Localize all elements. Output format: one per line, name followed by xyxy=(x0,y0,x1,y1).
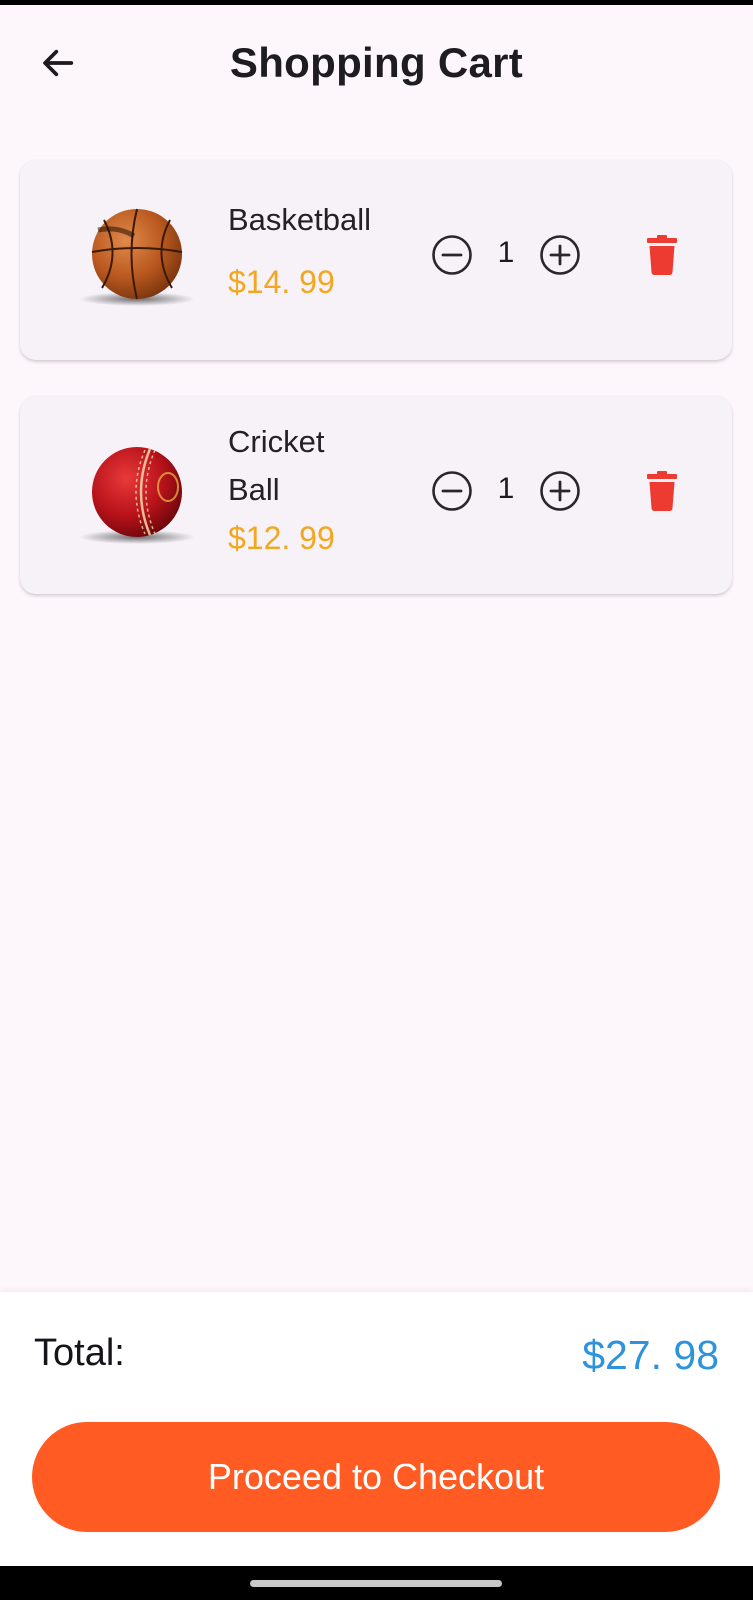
total-label: Total: xyxy=(34,1332,125,1374)
item-price: $14. 99 xyxy=(228,264,335,300)
cricket-ball-image xyxy=(79,447,195,544)
trash-icon xyxy=(647,471,677,511)
minus-circle-icon[interactable] xyxy=(430,233,474,277)
item-name-line: Ball xyxy=(228,472,280,507)
cart-item-cricket-ball: Cricket Ball $12. 99 1 xyxy=(20,396,732,594)
basketball-image xyxy=(79,208,195,306)
total-value: $27. 98 xyxy=(582,1332,719,1378)
quantity-value: 1 xyxy=(497,472,515,505)
system-navigation-bar xyxy=(0,1566,753,1600)
plus-circle-icon[interactable] xyxy=(538,469,582,513)
app-bar: Shopping Cart xyxy=(0,5,753,123)
plus-circle-icon[interactable] xyxy=(538,233,582,277)
minus-circle-icon[interactable] xyxy=(430,469,474,513)
checkout-button[interactable]: Proceed to Checkout xyxy=(32,1422,720,1532)
quantity-stepper: 1 xyxy=(430,466,612,516)
item-name-line: Basketball xyxy=(228,202,372,237)
delete-button[interactable] xyxy=(638,230,686,280)
item-price: $12. 99 xyxy=(228,520,335,556)
cart-item-basketball: Basketball $14. 99 1 xyxy=(20,160,732,360)
page-title: Shopping Cart xyxy=(229,39,524,86)
item-name-line: Cricket xyxy=(228,424,325,459)
home-indicator[interactable] xyxy=(250,1580,502,1587)
quantity-stepper: 1 xyxy=(430,230,612,280)
cart-summary: Total: $27. 98 Proceed to Checkout xyxy=(0,1292,753,1566)
trash-icon xyxy=(647,235,677,275)
item-name: Cricket Ball xyxy=(228,418,324,514)
item-name: Basketball xyxy=(228,196,371,244)
quantity-value: 1 xyxy=(497,236,515,269)
delete-button[interactable] xyxy=(638,466,686,516)
